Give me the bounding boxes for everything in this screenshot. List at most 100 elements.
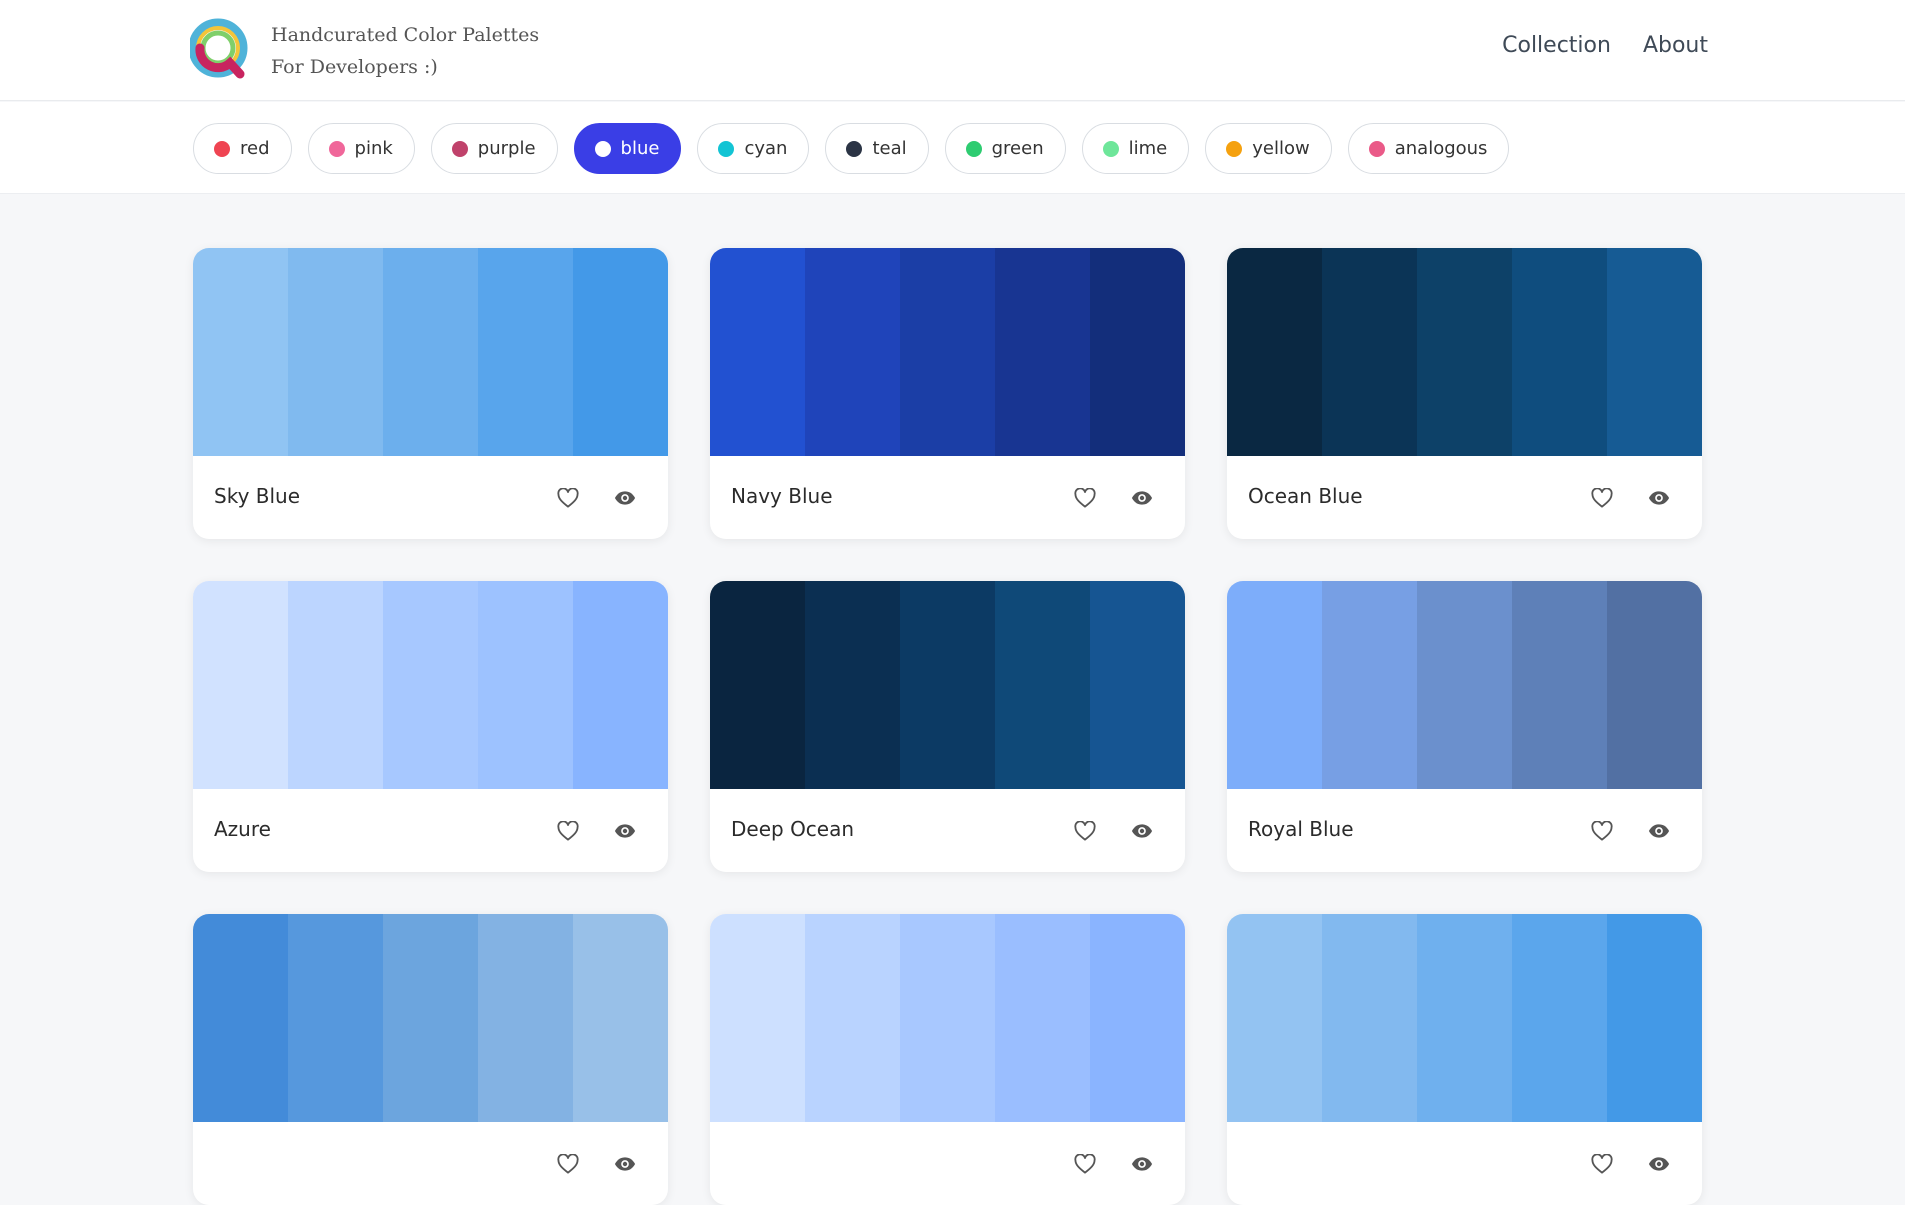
- eye-icon[interactable]: [1646, 818, 1672, 844]
- color-swatch[interactable]: [1322, 248, 1417, 456]
- filter-chip-analogous[interactable]: analogous: [1347, 123, 1510, 174]
- color-swatch[interactable]: [710, 581, 805, 789]
- eye-icon[interactable]: [1646, 485, 1672, 511]
- heart-icon[interactable]: [555, 818, 581, 844]
- color-swatch[interactable]: [1227, 248, 1322, 456]
- filter-chip-label: pink: [354, 138, 393, 159]
- color-swatch[interactable]: [805, 248, 900, 456]
- eye-icon[interactable]: [612, 1151, 638, 1177]
- filter-chip-cyan[interactable]: cyan: [697, 123, 810, 174]
- eye-icon[interactable]: [1129, 485, 1155, 511]
- nav-collection-link[interactable]: Collection: [1502, 33, 1611, 58]
- eye-icon[interactable]: [612, 818, 638, 844]
- color-dot-icon: [214, 140, 230, 157]
- palette-card-footer: [193, 1122, 668, 1205]
- filter-chip-lime[interactable]: lime: [1081, 123, 1190, 174]
- color-swatch[interactable]: [1607, 581, 1702, 789]
- color-swatch[interactable]: [478, 248, 573, 456]
- filter-chip-green[interactable]: green: [944, 123, 1066, 174]
- color-swatch[interactable]: [1607, 248, 1702, 456]
- palette-card-footer: Deep Ocean: [710, 789, 1185, 872]
- color-swatch[interactable]: [1417, 581, 1512, 789]
- color-swatch[interactable]: [805, 914, 900, 1122]
- filter-chip-yellow[interactable]: yellow: [1205, 123, 1332, 174]
- color-swatch[interactable]: [383, 248, 478, 456]
- color-swatch[interactable]: [805, 581, 900, 789]
- palette-swatches: [1227, 581, 1702, 789]
- heart-icon[interactable]: [1072, 818, 1098, 844]
- filter-chip-label: lime: [1128, 138, 1168, 159]
- heart-icon[interactable]: [1072, 1151, 1098, 1177]
- color-swatch[interactable]: [383, 581, 478, 789]
- palette-swatches: [1227, 248, 1702, 456]
- palette-card[interactable]: Royal Blue: [1227, 581, 1702, 872]
- palette-name: Navy Blue: [731, 484, 833, 508]
- main-nav: Collection About: [1502, 33, 1708, 58]
- color-swatch[interactable]: [478, 914, 573, 1122]
- color-dot-icon: [1102, 140, 1119, 157]
- color-swatch[interactable]: [900, 581, 995, 789]
- eye-icon[interactable]: [612, 485, 638, 511]
- color-swatch[interactable]: [995, 248, 1090, 456]
- heart-icon[interactable]: [1589, 485, 1615, 511]
- palette-card[interactable]: Deep Ocean: [710, 581, 1185, 872]
- color-swatch[interactable]: [288, 914, 383, 1122]
- color-swatch[interactable]: [1090, 248, 1185, 456]
- nav-about-link[interactable]: About: [1643, 33, 1708, 58]
- color-swatch[interactable]: [193, 914, 288, 1122]
- color-swatch[interactable]: [710, 914, 805, 1122]
- color-swatch[interactable]: [573, 248, 668, 456]
- color-swatch[interactable]: [478, 581, 573, 789]
- color-swatch[interactable]: [1090, 581, 1185, 789]
- filter-chip-label: green: [991, 138, 1044, 159]
- color-swatch[interactable]: [288, 581, 383, 789]
- color-swatch[interactable]: [193, 581, 288, 789]
- palette-card[interactable]: Ocean Blue: [1227, 248, 1702, 539]
- color-swatch[interactable]: [1090, 914, 1185, 1122]
- color-swatch[interactable]: [995, 581, 1090, 789]
- heart-icon[interactable]: [1072, 485, 1098, 511]
- color-swatch[interactable]: [288, 248, 383, 456]
- color-swatch[interactable]: [1512, 581, 1607, 789]
- heart-icon[interactable]: [1589, 818, 1615, 844]
- palette-card[interactable]: Navy Blue: [710, 248, 1185, 539]
- filter-chip-label: cyan: [744, 138, 788, 159]
- logo[interactable]: [188, 18, 248, 80]
- palette-card[interactable]: [1227, 914, 1702, 1205]
- color-swatch[interactable]: [1512, 248, 1607, 456]
- color-swatch[interactable]: [1322, 914, 1417, 1122]
- color-dot-icon: [594, 140, 611, 157]
- color-swatch[interactable]: [1512, 914, 1607, 1122]
- color-swatch[interactable]: [900, 914, 995, 1122]
- color-swatch[interactable]: [1227, 581, 1322, 789]
- eye-icon[interactable]: [1646, 1151, 1672, 1177]
- filter-chip-purple[interactable]: purple: [430, 123, 558, 174]
- color-swatch[interactable]: [573, 914, 668, 1122]
- color-swatch[interactable]: [383, 914, 478, 1122]
- filter-chip-blue[interactable]: blue: [573, 123, 682, 174]
- color-swatch[interactable]: [1322, 581, 1417, 789]
- color-swatch[interactable]: [1417, 914, 1512, 1122]
- color-swatch[interactable]: [900, 248, 995, 456]
- palette-swatches: [193, 248, 668, 456]
- eye-icon[interactable]: [1129, 818, 1155, 844]
- palette-card[interactable]: Azure: [193, 581, 668, 872]
- color-swatch[interactable]: [573, 581, 668, 789]
- eye-icon[interactable]: [1129, 1151, 1155, 1177]
- filter-chip-pink[interactable]: pink: [307, 123, 415, 174]
- palette-swatches: [1227, 914, 1702, 1122]
- palette-card[interactable]: [710, 914, 1185, 1205]
- heart-icon[interactable]: [555, 1151, 581, 1177]
- palette-card[interactable]: [193, 914, 668, 1205]
- color-swatch[interactable]: [710, 248, 805, 456]
- color-swatch[interactable]: [193, 248, 288, 456]
- filter-chip-teal[interactable]: teal: [825, 123, 929, 174]
- palette-card[interactable]: Sky Blue: [193, 248, 668, 539]
- heart-icon[interactable]: [1589, 1151, 1615, 1177]
- color-swatch[interactable]: [995, 914, 1090, 1122]
- color-swatch[interactable]: [1607, 914, 1702, 1122]
- filter-chip-red[interactable]: red: [193, 123, 292, 174]
- color-swatch[interactable]: [1227, 914, 1322, 1122]
- heart-icon[interactable]: [555, 485, 581, 511]
- color-swatch[interactable]: [1417, 248, 1512, 456]
